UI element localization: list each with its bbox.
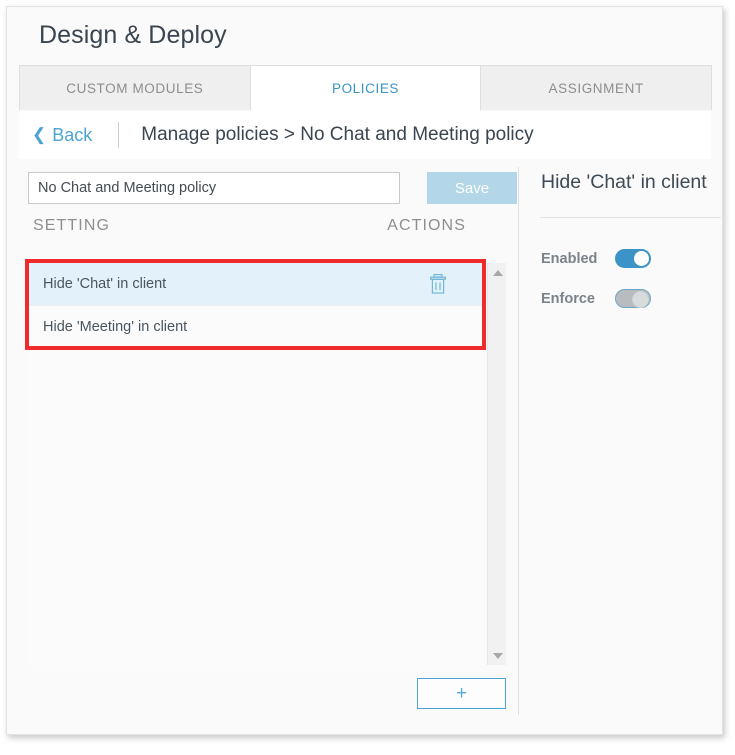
tab-bar: CUSTOM MODULES POLICIES ASSIGNMENT bbox=[19, 65, 713, 111]
page-title: Design & Deploy bbox=[39, 21, 227, 49]
scroll-down-button[interactable] bbox=[488, 646, 507, 665]
setting-detail-pane: Hide 'Chat' in client Enabled Enforce bbox=[519, 159, 721, 733]
column-header-setting: SETTING bbox=[33, 217, 111, 234]
back-button[interactable]: ❮ Back bbox=[32, 125, 92, 146]
list-column-headers: SETTING ACTIONS bbox=[33, 217, 488, 241]
caret-down-icon bbox=[492, 652, 503, 659]
detail-divider bbox=[540, 217, 721, 218]
breadcrumb-path: Manage policies > No Chat and Meeting po… bbox=[141, 124, 534, 145]
toggle-row-enabled: Enabled bbox=[541, 249, 651, 268]
tab-policies[interactable]: POLICIES bbox=[249, 65, 482, 111]
toggle-label-enforce: Enforce bbox=[541, 290, 595, 307]
detail-title: Hide 'Chat' in client bbox=[541, 171, 707, 193]
scroll-up-button[interactable] bbox=[488, 263, 507, 282]
caret-up-icon bbox=[492, 269, 503, 276]
add-setting-button[interactable]: + bbox=[417, 678, 506, 709]
save-button[interactable]: Save bbox=[427, 172, 517, 204]
list-scrollbar[interactable] bbox=[487, 263, 506, 665]
breadcrumb-divider bbox=[118, 122, 120, 148]
enforce-toggle[interactable] bbox=[615, 289, 651, 308]
tab-custom-modules[interactable]: CUSTOM MODULES bbox=[19, 65, 251, 110]
app-window: Design & Deploy CUSTOM MODULES POLICIES … bbox=[6, 6, 723, 735]
toggle-label-enabled: Enabled bbox=[541, 250, 598, 267]
breadcrumb-bar: ❮ Back Manage policies > No Chat and Mee… bbox=[19, 111, 711, 159]
highlight-box bbox=[25, 259, 486, 350]
column-header-actions: ACTIONS bbox=[387, 217, 466, 234]
policy-name-row: Save bbox=[28, 172, 517, 204]
toggle-row-enforce: Enforce bbox=[541, 289, 651, 308]
tab-assignment[interactable]: ASSIGNMENT bbox=[480, 65, 713, 110]
policy-name-input[interactable] bbox=[28, 172, 400, 204]
chevron-left-icon: ❮ bbox=[32, 124, 47, 144]
content-area: Save SETTING ACTIONS Hide 'Chat' in clie… bbox=[8, 159, 721, 733]
toggle-knob bbox=[634, 251, 649, 266]
settings-list-pane: Save SETTING ACTIONS Hide 'Chat' in clie… bbox=[8, 159, 518, 733]
toggle-knob bbox=[632, 291, 649, 308]
enabled-toggle[interactable] bbox=[615, 249, 651, 268]
back-label: Back bbox=[52, 124, 93, 145]
